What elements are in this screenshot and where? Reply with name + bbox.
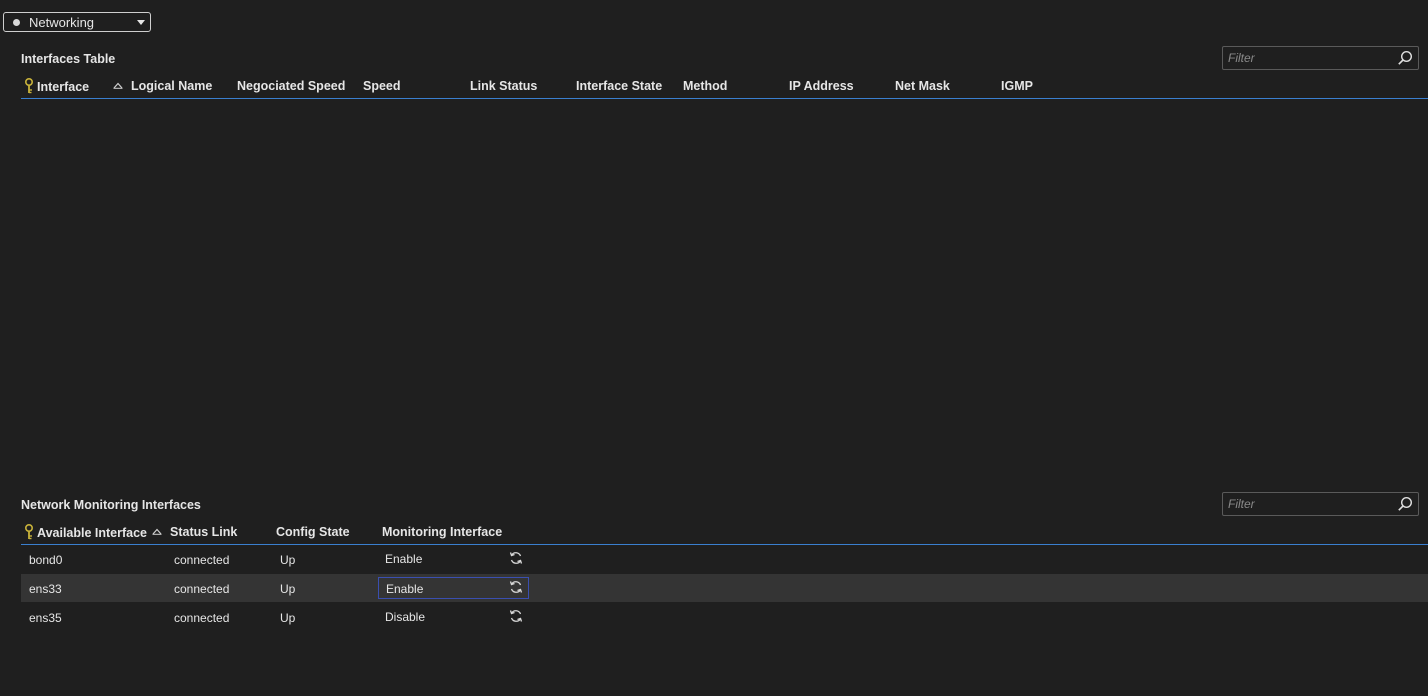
cell-status-link: connected [174,611,230,625]
col-net-mask[interactable]: Net Mask [895,79,950,93]
refresh-icon[interactable] [509,580,523,594]
networking-page: Networking Interfaces Table Interface Lo… [0,0,1428,696]
cell-config-state: Up [280,611,296,625]
col-monitoring-interface[interactable]: Monitoring Interface [382,525,502,539]
monitoring-value: Enable [385,552,423,566]
col-link-status[interactable]: Link Status [470,79,537,93]
search-icon [1398,50,1413,65]
col-speed[interactable]: Speed [363,79,401,93]
table-row[interactable]: ens33 connected Up Enable [21,574,1428,602]
key-icon [25,524,33,540]
cell-config-state: Up [280,582,296,596]
search-icon [1398,496,1413,511]
status-dot-icon [13,18,20,26]
cell-status-link: connected [174,582,230,596]
cell-status-link: connected [174,553,230,567]
cell-interface: ens33 [29,582,62,596]
col-interface[interactable]: Interface [37,80,89,94]
table-row[interactable]: ens35 connected Up Disable [21,603,1428,631]
monitoring-value: Enable [386,582,424,596]
monitoring-filter [1222,492,1419,516]
cell-interface: bond0 [29,553,63,567]
col-config-state[interactable]: Config State [276,525,350,539]
dropdown-label: Networking [29,14,95,30]
monitoring-table-title: Network Monitoring Interfaces [21,498,201,512]
monitoring-select[interactable]: Enable [378,548,529,570]
cell-config-state: Up [280,553,296,567]
caret-down-icon [137,19,145,25]
interfaces-table-title: Interfaces Table [21,52,116,66]
interfaces-filter [1222,46,1419,70]
interfaces-search-button[interactable] [1392,47,1418,69]
col-igmp[interactable]: IGMP [1001,79,1033,93]
col-interface-state[interactable]: Interface State [576,79,662,93]
monitoring-value: Disable [385,610,426,624]
section-dropdown[interactable]: Networking [3,12,151,32]
refresh-icon[interactable] [509,609,523,623]
col-negociated-speed[interactable]: Negociated Speed [237,79,345,93]
refresh-icon[interactable] [509,551,523,565]
monitoring-search-button[interactable] [1392,493,1418,515]
monitoring-filter-input[interactable] [1223,496,1392,512]
col-ip-address[interactable]: IP Address [789,79,854,93]
monitoring-table-header: Available Interface Status Link Config S… [21,522,1428,545]
col-method[interactable]: Method [683,79,727,93]
col-logical-name[interactable]: Logical Name [131,79,212,93]
interfaces-filter-input[interactable] [1223,50,1392,66]
monitoring-select[interactable]: Disable [378,606,529,628]
interfaces-table-header: Interface Logical Name Negociated Speed … [21,76,1428,99]
monitoring-select[interactable]: Enable [378,577,529,599]
cell-interface: ens35 [29,611,62,625]
col-available-interface[interactable]: Available Interface [37,526,147,540]
key-icon [25,78,33,94]
sort-asc-icon[interactable] [152,528,162,535]
col-status-link[interactable]: Status Link [170,525,237,539]
sort-asc-icon[interactable] [113,82,123,89]
table-row[interactable]: bond0 connected Up Enable [21,545,1428,573]
